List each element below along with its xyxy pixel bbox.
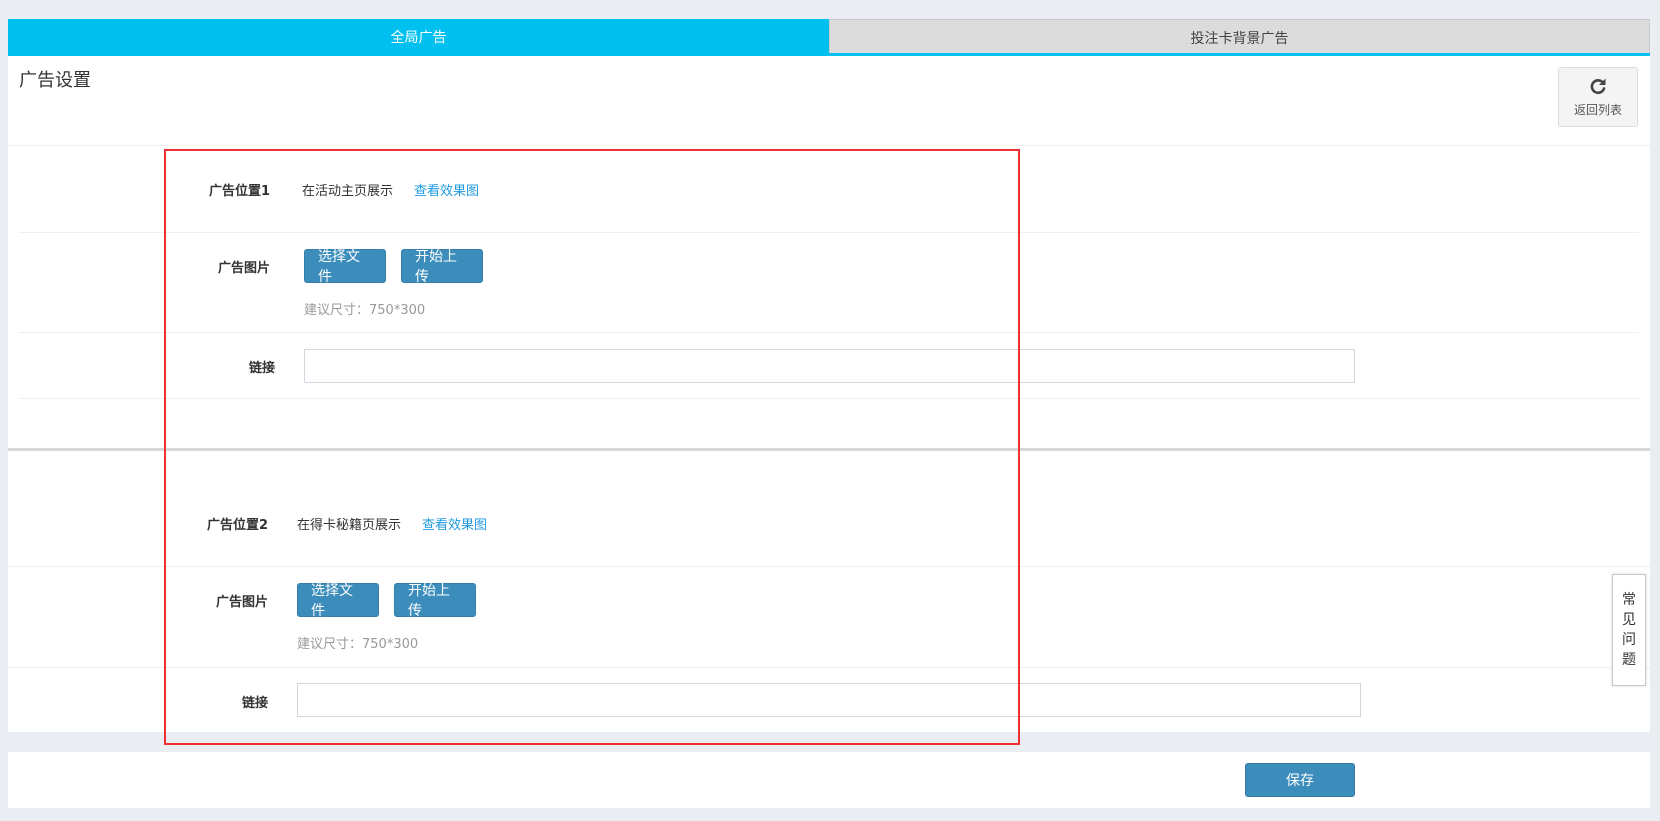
divider: [19, 332, 1639, 333]
ad1-link-label: 链接: [248, 361, 275, 376]
ad1-position-text: 在活动主页展示: [302, 184, 394, 199]
ad2-choose-file-button[interactable]: 选择文件: [297, 583, 379, 619]
page-title: 广告设置: [19, 70, 91, 91]
ad2-preview-link[interactable]: 查看效果图: [422, 514, 487, 533]
faq-char: 题: [1622, 652, 1636, 668]
ad1-choose-file-button[interactable]: 选择文件: [304, 249, 386, 285]
divider: [19, 398, 1639, 399]
divider: [8, 145, 1650, 146]
ad1-image-label: 广告图片: [217, 261, 270, 276]
footer-panel: [8, 752, 1650, 808]
faq-char: 常: [1622, 592, 1636, 608]
ad2-position-text: 在得卡秘籍页展示: [297, 518, 402, 533]
ad2-size-hint: 建议尺寸：750*300: [297, 637, 419, 652]
back-to-list-button[interactable]: 返回列表: [1558, 67, 1638, 127]
divider: [8, 667, 1650, 668]
ad1-link-input[interactable]: [304, 349, 1355, 383]
divider: [8, 566, 1650, 567]
ad1-size-hint: 建议尺寸：750*300: [304, 303, 426, 318]
ad1-position-label: 广告位置1: [208, 184, 270, 199]
ad-settings-panel-top: [8, 56, 1650, 448]
save-button[interactable]: 保存: [1245, 763, 1355, 797]
ad2-start-upload-button[interactable]: 开始上传: [394, 583, 476, 619]
ad1-preview-link[interactable]: 查看效果图: [414, 180, 479, 199]
tab-global-ads[interactable]: 全局广告: [8, 19, 829, 55]
faq-side-tab[interactable]: 常 见 问 题: [1612, 574, 1646, 686]
ad2-link-label: 链接: [241, 696, 268, 711]
ad1-start-upload-button[interactable]: 开始上传: [401, 249, 483, 285]
tab-betting-card-background-ads[interactable]: 投注卡背景广告: [829, 19, 1650, 55]
refresh-icon: [1588, 76, 1608, 101]
divider: [19, 232, 1639, 233]
faq-char: 见: [1622, 612, 1636, 628]
faq-char: 问: [1622, 632, 1636, 648]
ad2-position-label: 广告位置2: [206, 518, 268, 533]
back-to-list-label: 返回列表: [1573, 103, 1622, 117]
ad2-image-label: 广告图片: [215, 595, 268, 610]
ad2-link-input[interactable]: [297, 683, 1361, 717]
